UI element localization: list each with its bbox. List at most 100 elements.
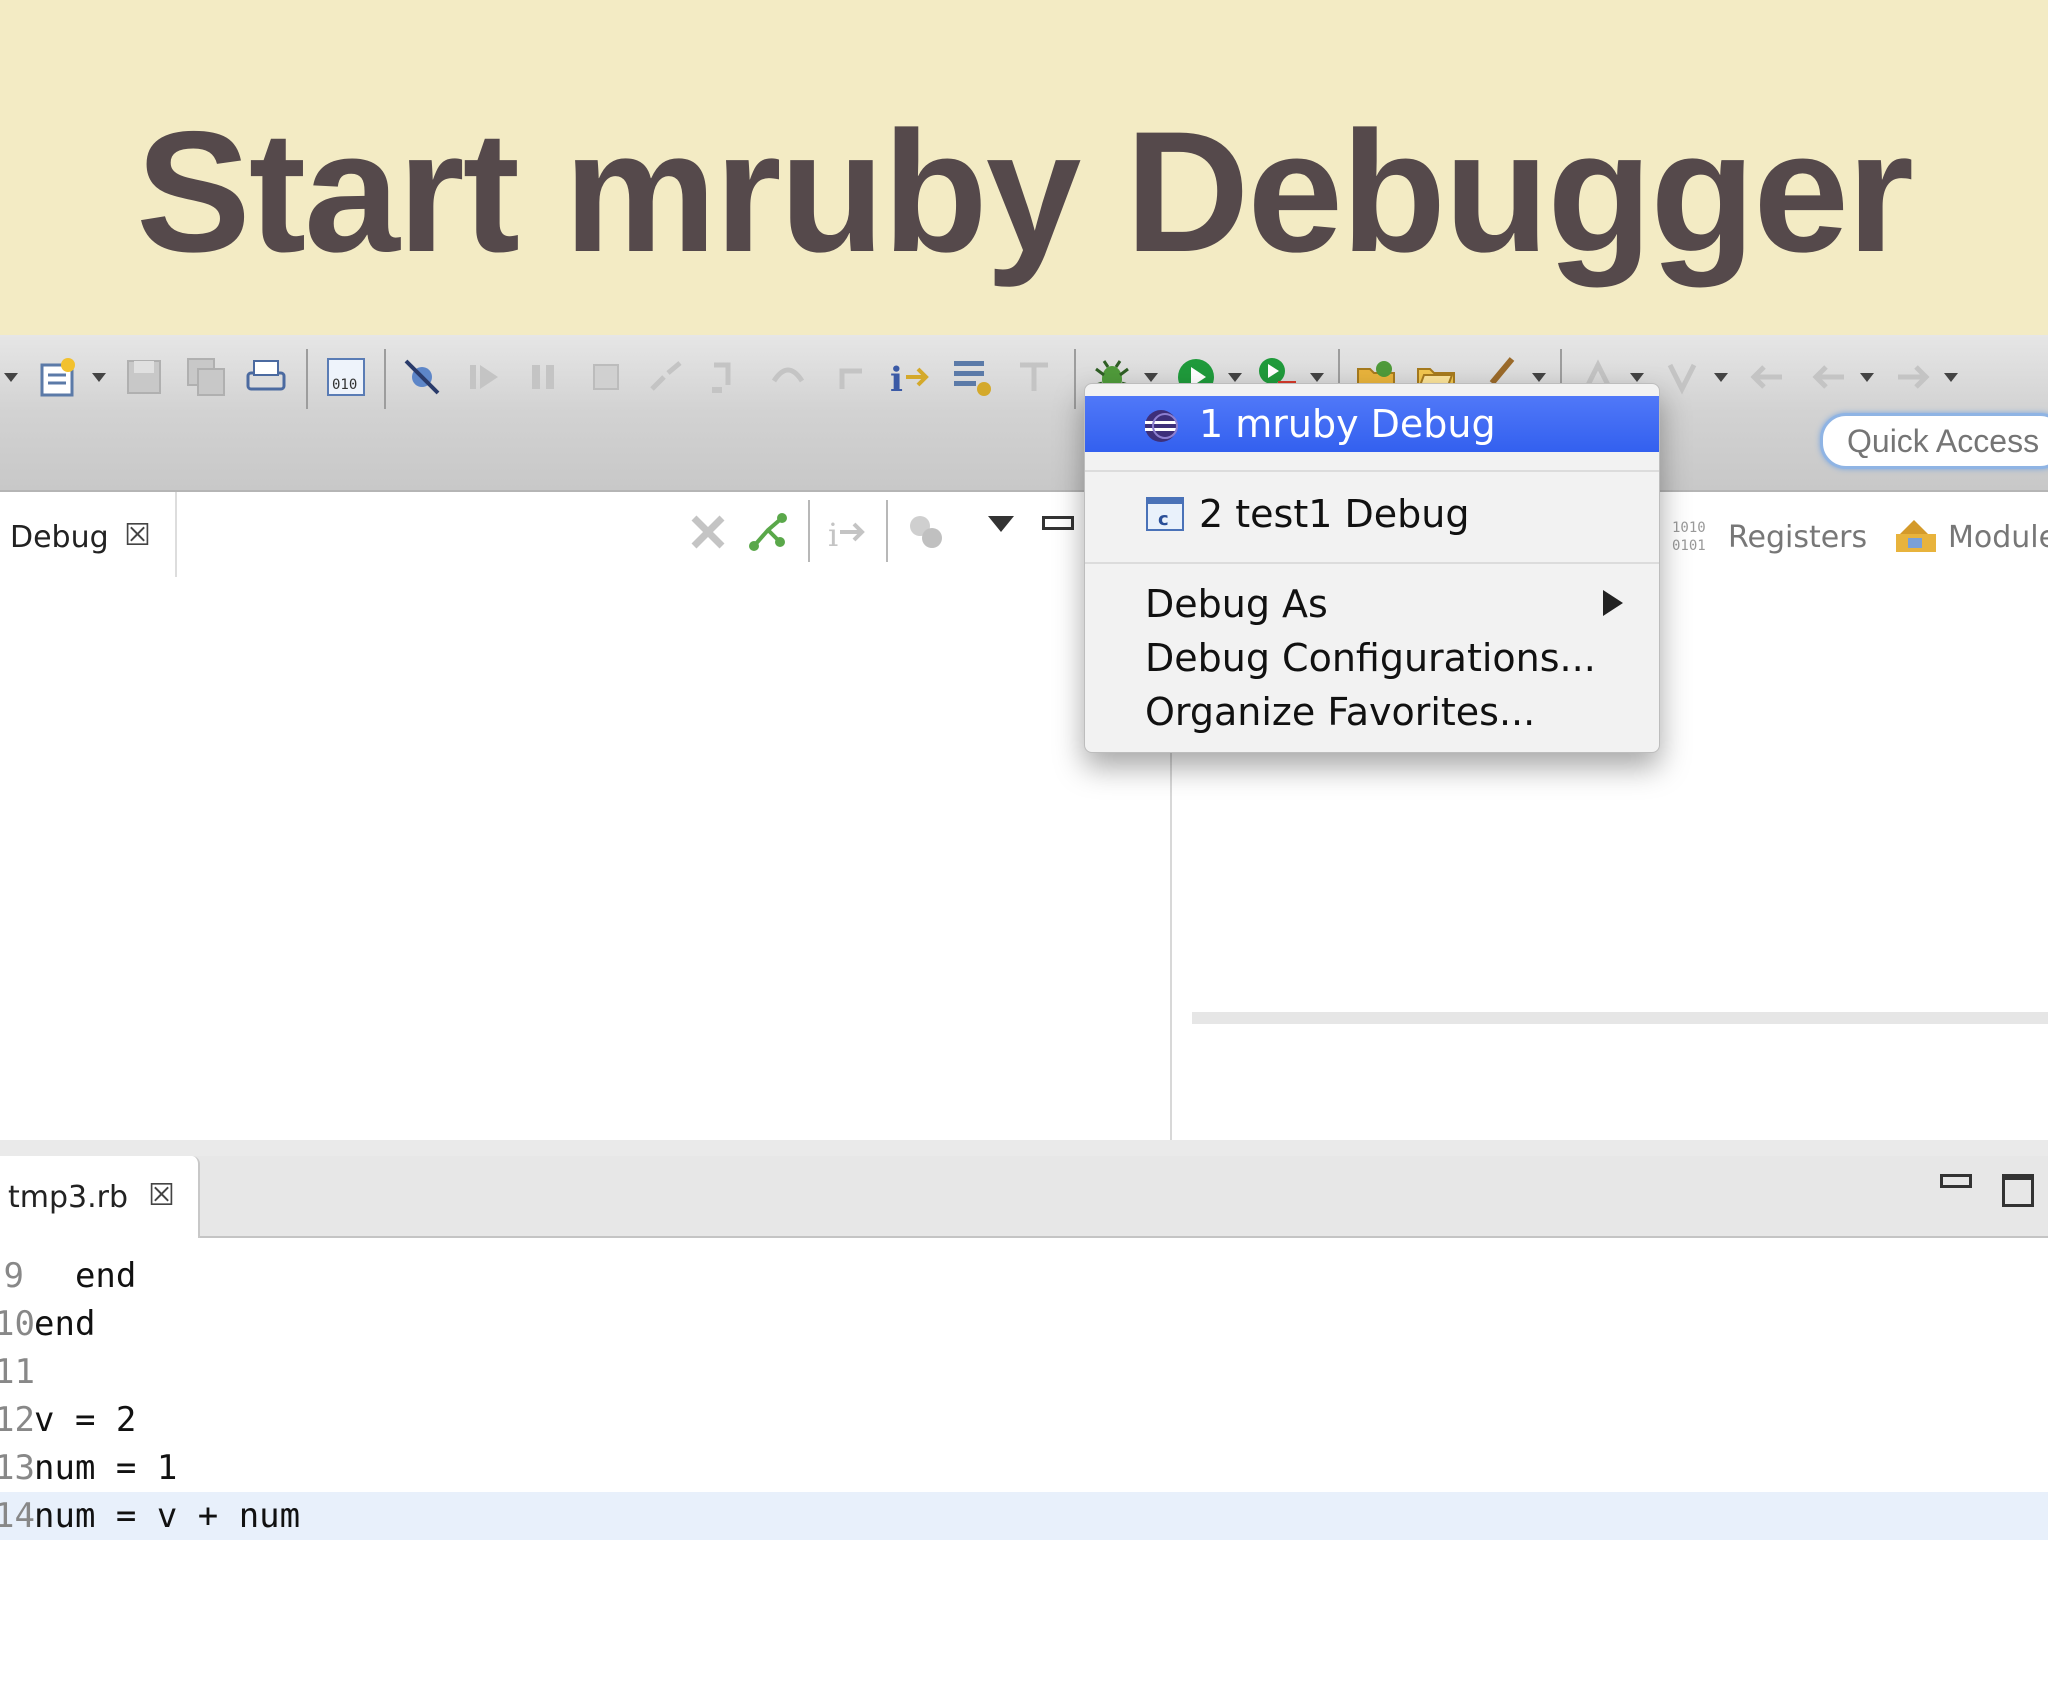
debug-dropdown-arrow-icon[interactable] [1144,373,1158,382]
code-line-current[interactable]: 14 num = v + num [0,1492,2048,1540]
terminate-icon[interactable] [584,355,628,399]
menu-item-test1-debug[interactable]: c 2 test1 Debug [1085,486,1659,542]
menu-item-organize-favorites[interactable]: Organize Favorites... [1085,686,1659,738]
registers-icon: 1010 0101 [1672,520,1706,554]
drop-to-frame-icon[interactable] [1012,355,1056,399]
code-editor: tmp3.rb ☒ 9 end 10 end 11 12 v = 2 13 nu… [0,1156,2048,1540]
c-launch-icon: c [1146,497,1184,531]
modules-icon [1896,520,1936,552]
line-number: 10 [0,1304,35,1344]
tab-tmp3-rb[interactable]: tmp3.rb ☒ [0,1156,200,1238]
menu-item-label: 1 mruby Debug [1199,402,1496,446]
slide-title-bar: Start mruby Debugger [0,0,2048,335]
menu-item-debug-configurations[interactable]: Debug Configurations... [1085,632,1659,684]
save-all-icon[interactable] [184,355,228,399]
print-icon[interactable] [244,355,288,399]
svg-text:1010: 1010 [1672,520,1706,536]
toolbar-separator [1074,349,1076,409]
svg-text:0101: 0101 [1672,538,1706,554]
save-icon[interactable] [122,355,166,399]
code-text: v = 2 [34,1400,137,1440]
view-toolbar-separator [808,500,810,562]
svg-text:i: i [890,360,903,399]
menu-item-label: Debug As [1145,582,1328,626]
new-wizard-icon[interactable] [38,355,82,399]
line-number: 11 [0,1352,35,1392]
menu-separator [1085,562,1659,564]
forward-icon[interactable] [1890,355,1934,399]
threads-icon[interactable] [904,510,948,554]
code-line[interactable]: 9 end [0,1252,2048,1300]
submenu-arrow-icon [1603,590,1623,616]
line-number: 13 [0,1448,35,1488]
instruction-step-icon[interactable]: i [888,355,932,399]
debug-tab-label: Debug [10,520,109,555]
code-line[interactable]: 10 end [0,1300,2048,1348]
code-text: num = v + num [34,1496,301,1536]
step-return-icon[interactable] [828,355,872,399]
tab-registers[interactable]: Registers [1728,520,1867,555]
tools-dropdown-arrow-icon[interactable] [1532,373,1546,382]
remove-terminated-icon[interactable] [686,510,730,554]
menu-item-label: 2 test1 Debug [1199,492,1470,536]
tab-debug[interactable]: Debug ☒ [0,492,177,577]
menu-item-debug-as[interactable]: Debug As [1085,578,1659,630]
line-number: 9 [3,1256,24,1296]
eclipse-launch-icon [1145,410,1178,442]
close-icon[interactable]: ☒ [148,1178,175,1213]
menu-item-label: Organize Favorites... [1145,690,1536,734]
svg-text:i: i [828,516,838,554]
close-icon[interactable]: ☒ [124,518,151,553]
previous-annotation-icon[interactable] [1660,355,1704,399]
quick-access-input[interactable] [1845,424,2048,458]
resume-icon[interactable] [462,355,506,399]
previous-annotation-dropdown-arrow-icon[interactable] [1714,373,1728,382]
line-number: 14 [0,1496,35,1536]
line-number: 12 [0,1400,35,1440]
step-into-icon[interactable] [704,355,748,399]
run-dropdown-arrow-icon[interactable] [1228,373,1242,382]
editor-tab-bar: tmp3.rb ☒ [0,1156,2048,1238]
binary-view-icon[interactable]: 010 [324,355,368,399]
debug-view: Debug ☒ i [0,492,1172,1140]
step-over-icon[interactable] [766,355,810,399]
new-dropdown-arrow-icon[interactable] [92,373,106,382]
menu-item-label: Debug Configurations... [1145,636,1596,680]
slide-title: Start mruby Debugger [136,96,1914,288]
forward-dropdown-arrow-icon[interactable] [1944,373,1958,382]
maximize-icon[interactable] [2002,1174,2034,1207]
dropdown-arrow-icon[interactable] [4,373,18,382]
minimize-icon[interactable] [1940,1174,1972,1188]
skip-breakpoints-icon[interactable] [400,355,444,399]
disconnect-icon[interactable] [644,355,688,399]
back-icon[interactable] [1808,355,1852,399]
svg-text:c: c [1158,509,1169,530]
code-line[interactable]: 11 [0,1348,2048,1396]
next-annotation-dropdown-arrow-icon[interactable] [1630,373,1644,382]
pane-divider[interactable] [0,1140,2048,1156]
tab-modules[interactable]: Modules [1948,520,2048,555]
back-dropdown-arrow-icon[interactable] [1860,373,1874,382]
toolbar-separator [384,349,386,409]
view-menu-icon[interactable] [988,516,1014,532]
menu-item-mruby-debug[interactable]: 1 mruby Debug [1085,396,1659,452]
toolbar-separator [306,349,308,409]
last-edit-location-icon[interactable] [1746,355,1790,399]
code-line[interactable]: 13 num = 1 [0,1444,2048,1492]
debug-dropdown-menu: 1 mruby Debug c 2 test1 Debug Debug As D… [1084,383,1660,753]
suspend-icon[interactable] [522,355,566,399]
view-toolbar-separator [886,500,888,562]
external-tools-dropdown-arrow-icon[interactable] [1310,373,1324,382]
code-text: end [34,1256,137,1296]
minimize-icon[interactable] [1042,516,1074,530]
code-text: num = 1 [34,1448,178,1488]
connect-threads-icon[interactable] [746,510,790,554]
menu-separator [1085,470,1659,472]
editor-tab-label: tmp3.rb [8,1180,129,1215]
step-instruction-icon[interactable]: i [824,510,868,554]
code-line[interactable]: 12 v = 2 [0,1396,2048,1444]
svg-text:010: 010 [332,377,357,393]
use-step-filters-icon[interactable] [950,355,994,399]
horizontal-scrollbar[interactable] [1192,1012,2048,1024]
quick-access-field[interactable] [1820,413,2048,469]
